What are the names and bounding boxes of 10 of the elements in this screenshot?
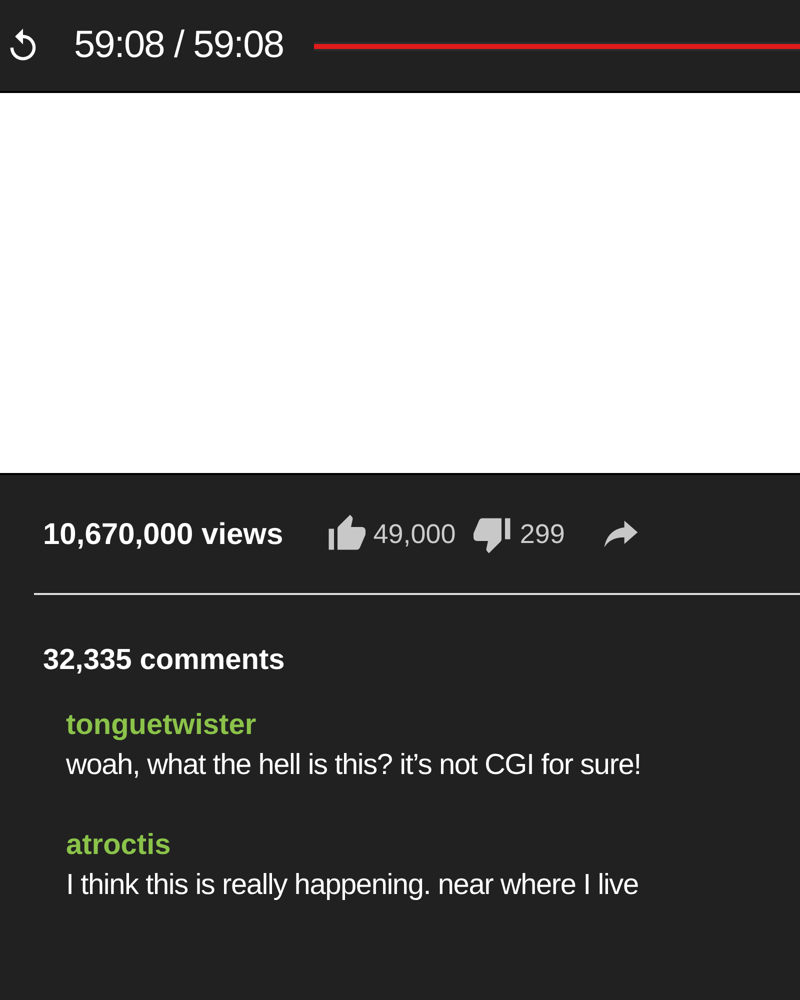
- dislike-count: 299: [520, 518, 565, 551]
- comment-author[interactable]: atroctis: [66, 824, 800, 864]
- like-count: 49,000: [373, 518, 456, 551]
- comment-count: 32,335 comments: [42, 643, 286, 678]
- comment-author[interactable]: tonguetwister: [66, 704, 800, 744]
- comment-text: woah, what the hell is this? it’s not CGI for sure!: [66, 748, 642, 782]
- progress-track[interactable]: [314, 42, 800, 51]
- view-count: 10,670,000 views: [43, 516, 284, 552]
- comment-text: I think this is really happening. near where I live: [66, 868, 640, 902]
- time-display: 59:08 / 59:08: [74, 23, 284, 68]
